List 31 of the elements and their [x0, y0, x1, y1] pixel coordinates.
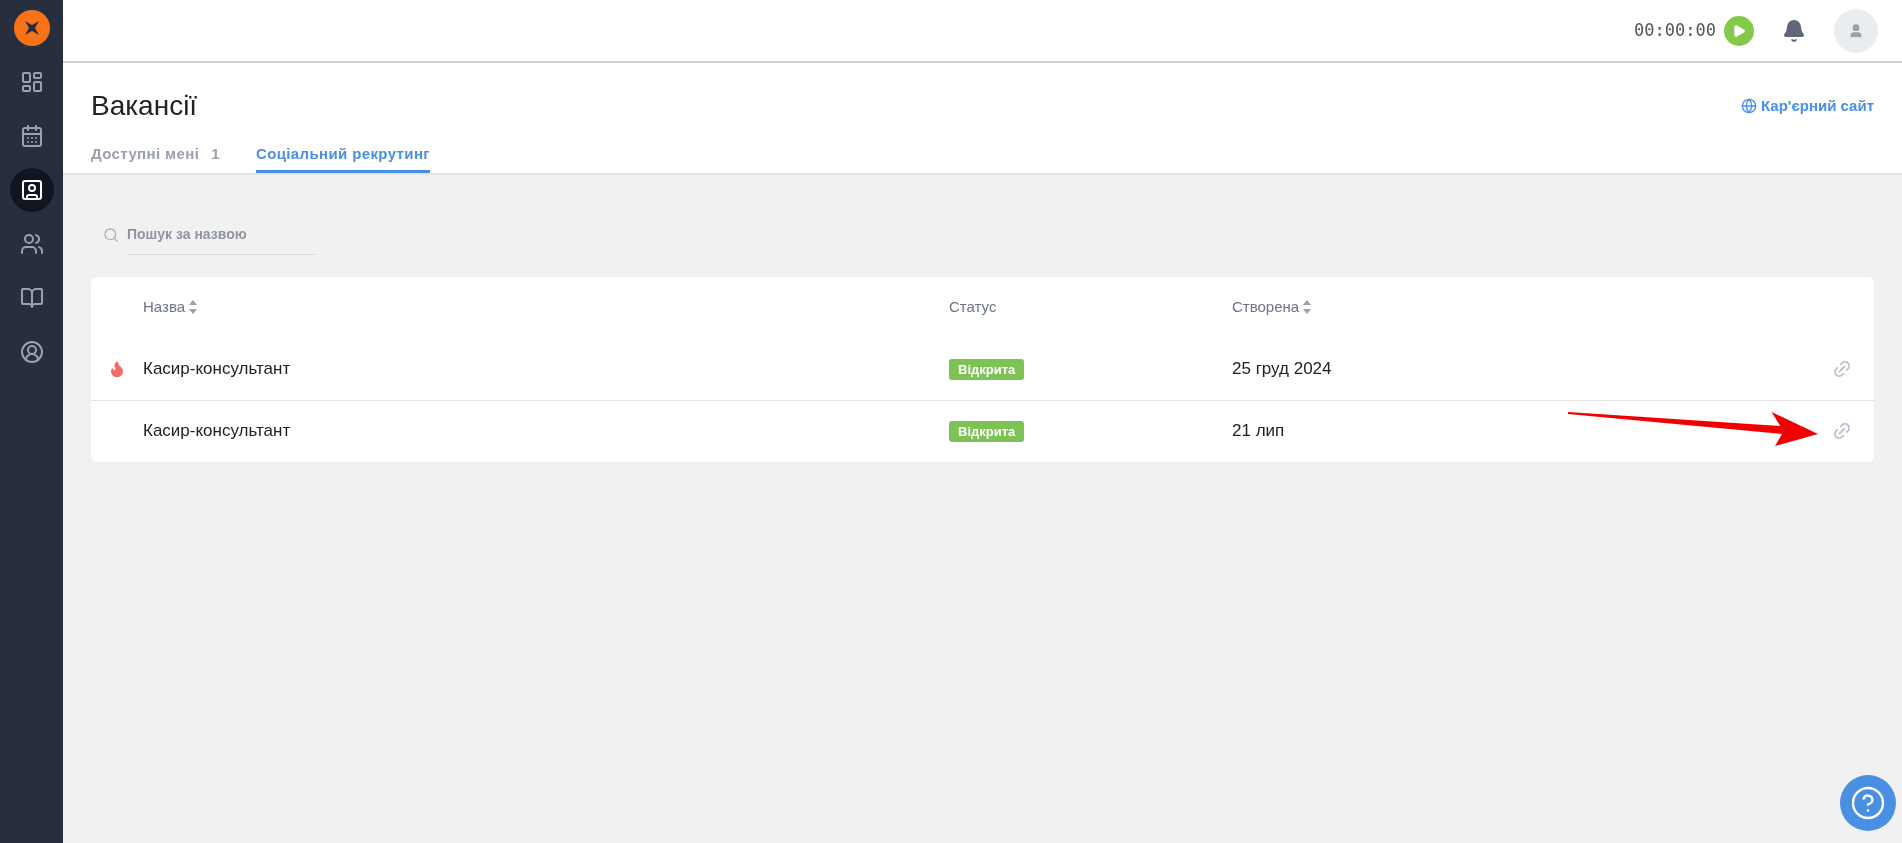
user-icon [1848, 22, 1864, 39]
person-card-icon [19, 178, 44, 202]
column-header: Створена [1232, 296, 1300, 317]
vacancy-name[interactable]: Касир-консультант [143, 358, 291, 378]
help-icon [1850, 785, 1886, 821]
logo-icon[interactable] [13, 10, 50, 46]
sort-icon[interactable] [189, 300, 198, 314]
help-button[interactable] [1840, 775, 1896, 831]
dashboard-icon [19, 70, 44, 94]
play-icon [1732, 23, 1746, 38]
vacancy-name[interactable]: Касир-консультант [143, 421, 291, 441]
book-icon [19, 286, 44, 310]
user-circle-icon [19, 340, 44, 364]
table-row[interactable]: Касир-консультант Відкрита 25 груд 2024 [91, 337, 1874, 400]
timer: 00:00:00 [1634, 18, 1716, 42]
notifications-icon[interactable] [1782, 18, 1806, 43]
avatar[interactable] [1834, 8, 1878, 53]
column-header: Статус [949, 296, 997, 317]
calendar-icon [19, 124, 44, 148]
status-badge: Відкрита [949, 421, 1025, 443]
globe-icon [1741, 98, 1758, 114]
search-icon [103, 225, 119, 244]
page-title: Вакансії [91, 89, 198, 123]
created-date: 25 груд 2024 [1232, 358, 1332, 378]
created-date: 21 лип [1232, 421, 1285, 441]
sort-icon[interactable] [1303, 300, 1312, 314]
column-header: Назва [143, 296, 186, 317]
people-icon [19, 232, 44, 256]
status-badge: Відкрита [949, 358, 1025, 380]
search-field[interactable]: Пошук за назвою [126, 214, 316, 255]
sidebar-item[interactable] [9, 168, 54, 212]
